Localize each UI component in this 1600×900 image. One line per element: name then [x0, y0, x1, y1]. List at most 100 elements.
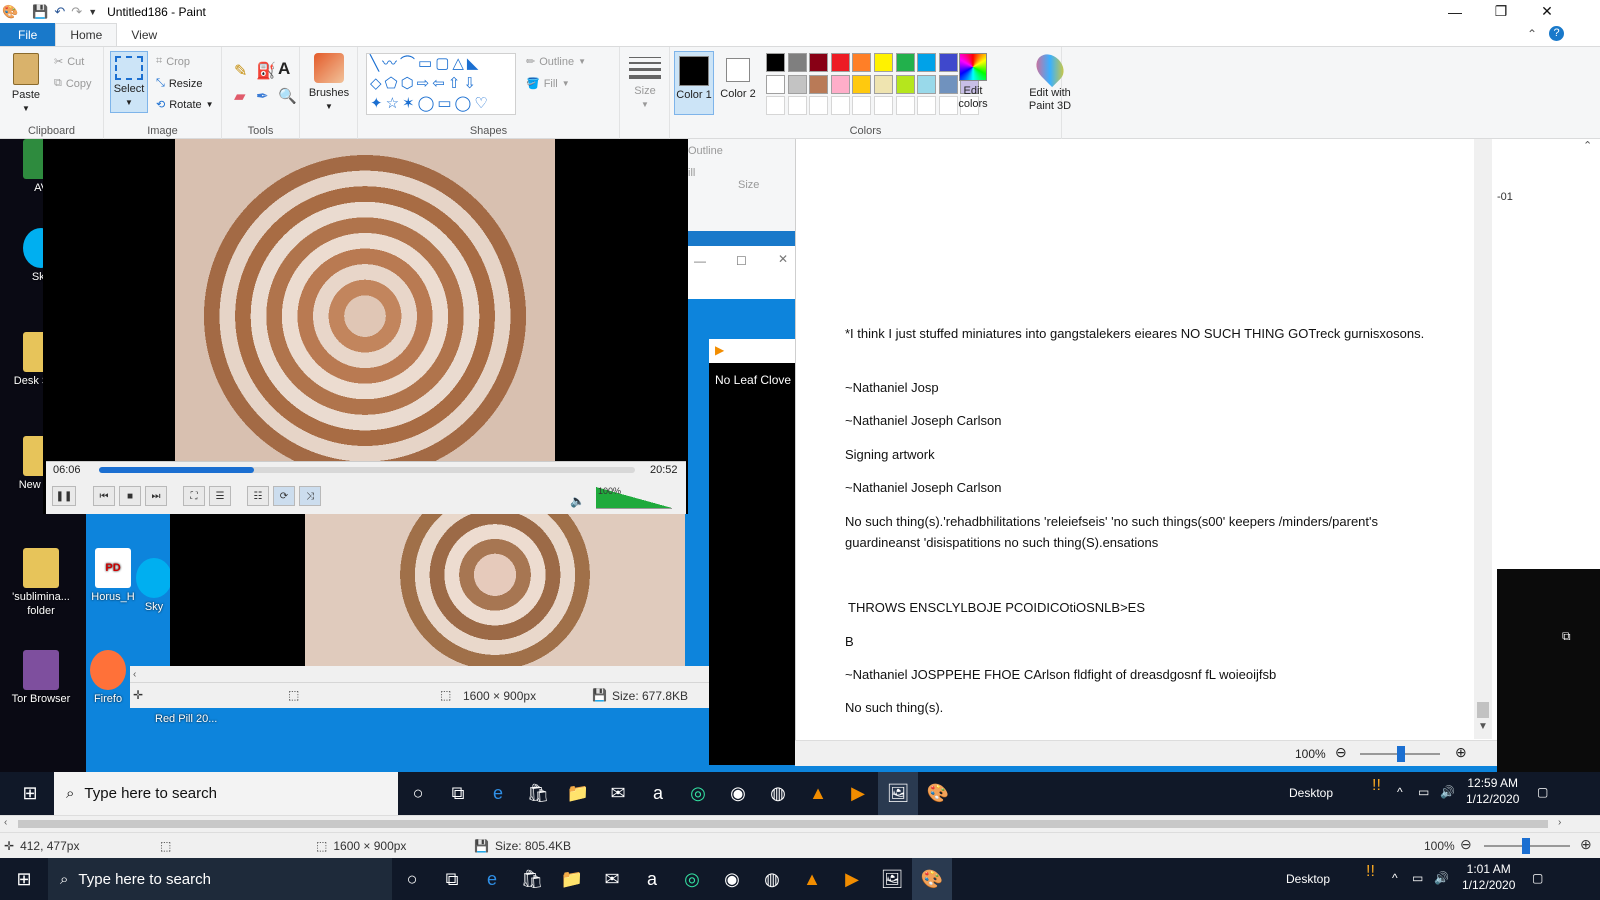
minimize-button[interactable]: —: [1432, 0, 1478, 23]
select-button[interactable]: Select ▼: [110, 51, 148, 113]
paint3d-button[interactable]: Edit with Paint 3D: [1022, 48, 1078, 113]
palette-swatch[interactable]: [917, 53, 937, 72]
amazon-icon[interactable]: a: [638, 772, 678, 815]
stop-button[interactable]: ■: [119, 486, 141, 506]
vlc-taskbar-icon[interactable]: ▲: [792, 858, 832, 900]
palette-swatch[interactable]: [830, 53, 850, 72]
second-video-frame[interactable]: [305, 514, 685, 666]
palette-swatch[interactable]: [852, 53, 872, 72]
palette-swatch[interactable]: [917, 74, 937, 94]
close-button[interactable]: ✕: [1524, 0, 1570, 23]
size-button[interactable]: Size ▼: [626, 53, 664, 111]
cut-button[interactable]: ✂ Cut: [54, 55, 84, 69]
restore-button[interactable]: ❐: [1478, 0, 1524, 23]
paint-taskbar-icon[interactable]: 🖼: [878, 772, 918, 815]
pencil-icon[interactable]: ✎: [234, 61, 247, 81]
camera-app-icon[interactable]: ◉: [718, 772, 758, 815]
background-close-icon[interactable]: ✕: [778, 252, 788, 266]
action-center-icon[interactable]: ▢: [1532, 870, 1543, 886]
mail-icon[interactable]: ✉: [592, 858, 632, 900]
store-icon[interactable]: 🛍: [512, 858, 552, 900]
windows-start-icon[interactable]: ⊞: [6, 772, 54, 815]
shapes-gallery[interactable]: ╲〰⌒▭▢△◣ ◇⬠⬡⇨⇦⇧⇩ ✦☆✶◯▭◯♡: [366, 53, 516, 115]
color-app-icon[interactable]: ◍: [752, 858, 792, 900]
pause-button[interactable]: ❚❚: [52, 486, 76, 506]
shuffle-button[interactable]: ⤨: [299, 486, 321, 506]
file-explorer-icon[interactable]: 📁: [558, 772, 598, 815]
desktop-icon[interactable]: Tor Browser: [6, 650, 76, 706]
taskbar-search[interactable]: ⌕ Type here to search: [48, 858, 392, 900]
file-explorer-icon[interactable]: 📁: [552, 858, 592, 900]
task-view-icon[interactable]: ⧉: [432, 858, 472, 900]
palette-swatch[interactable]: [874, 74, 893, 94]
custom-color-slot[interactable]: [830, 96, 850, 115]
zoom-in-icon[interactable]: ⊕: [1455, 744, 1467, 761]
color2-button[interactable]: Color 2: [718, 51, 758, 101]
scroll-right-icon[interactable]: ›: [1558, 817, 1561, 828]
resize-button[interactable]: ⤡ Resize: [156, 77, 202, 90]
zoom-out-icon[interactable]: ⊖: [1335, 744, 1347, 761]
color-picker-icon[interactable]: ✒: [256, 87, 269, 105]
palette-swatch[interactable]: [830, 74, 850, 94]
paint3d-taskbar-icon[interactable]: 🎨: [918, 772, 958, 815]
zoom-slider-thumb[interactable]: [1397, 746, 1405, 762]
expand-icon[interactable]: ⧉: [1562, 629, 1571, 644]
custom-color-slot[interactable]: [917, 96, 937, 115]
previous-button[interactable]: ⏮: [93, 486, 115, 506]
desktop-icon[interactable]: Red Pill 20...: [155, 712, 235, 726]
palette-swatch[interactable]: [766, 53, 785, 72]
palette-swatch[interactable]: [895, 53, 915, 72]
background-minimize-icon[interactable]: —: [694, 254, 706, 268]
zoom-slider-thumb[interactable]: [1522, 838, 1530, 854]
custom-color-slot[interactable]: [874, 96, 893, 115]
vlc-taskbar-icon[interactable]: ▲: [798, 772, 838, 815]
battery-icon[interactable]: ▭: [1418, 784, 1429, 800]
speaker-icon[interactable]: 🔈: [570, 494, 585, 508]
tab-file[interactable]: File: [0, 23, 56, 46]
quick-access-dropdown-icon[interactable]: ▼: [88, 7, 97, 17]
windows-start-icon[interactable]: ⊞: [0, 858, 48, 900]
brushes-button[interactable]: Brushes ▼: [306, 53, 352, 113]
scroll-left-icon[interactable]: ‹: [133, 669, 136, 680]
undo-icon[interactable]: ↶: [54, 4, 65, 20]
palette-swatch[interactable]: [895, 74, 915, 94]
camera-app-icon[interactable]: ◉: [712, 858, 752, 900]
tripadvisor-icon[interactable]: ◎: [672, 858, 712, 900]
desktop-toolbar-label[interactable]: Desktop: [1289, 785, 1333, 801]
color1-button[interactable]: Color 1: [674, 51, 714, 115]
redo-icon[interactable]: ↷: [71, 4, 82, 20]
paint3d-taskbar-icon[interactable]: 🎨: [912, 857, 952, 900]
amazon-icon[interactable]: a: [632, 858, 672, 900]
scroll-thumb[interactable]: [1477, 702, 1489, 718]
action-center-icon[interactable]: ▢: [1537, 784, 1548, 800]
inner-horizontal-scrollbar[interactable]: ‹: [130, 666, 795, 682]
magnifier-icon[interactable]: 🔍: [278, 87, 297, 105]
tripadvisor-icon[interactable]: ◎: [678, 772, 718, 815]
palette-swatch[interactable]: [787, 53, 807, 72]
zoom-out-icon[interactable]: ⊖: [1460, 836, 1472, 853]
custom-color-slot[interactable]: [895, 96, 915, 115]
desktop-toolbar-label[interactable]: Desktop: [1286, 871, 1330, 887]
battery-icon[interactable]: ▭: [1412, 870, 1423, 886]
cortana-icon[interactable]: ○: [392, 858, 432, 900]
outer-scroll-up-icon[interactable]: ⌃: [1583, 139, 1592, 152]
volume-icon[interactable]: 🔊: [1440, 784, 1455, 800]
playlist-button[interactable]: ☷: [247, 486, 269, 506]
video-frame[interactable]: [175, 139, 555, 461]
paint-taskbar-icon[interactable]: 🖼: [872, 858, 912, 900]
tray-overflow-icon[interactable]: ^: [1397, 784, 1403, 800]
store-icon[interactable]: 🛍: [518, 772, 558, 815]
fill-button[interactable]: 🪣 Fill ▼: [526, 77, 570, 91]
custom-color-slot[interactable]: [787, 96, 807, 115]
edit-colors-button[interactable]: Edit colors: [953, 53, 993, 111]
outer-scroll-thumb[interactable]: [18, 820, 1548, 828]
palette-swatch[interactable]: [809, 53, 829, 72]
media-player-icon[interactable]: ▶: [832, 858, 872, 900]
fullscreen-button[interactable]: ⛶: [183, 486, 205, 506]
tab-view[interactable]: View: [117, 23, 171, 46]
palette-swatch[interactable]: [809, 74, 829, 94]
custom-color-slot[interactable]: [809, 96, 829, 115]
zoom-in-icon[interactable]: ⊕: [1580, 836, 1592, 853]
palette-swatch[interactable]: [766, 74, 785, 94]
outline-button[interactable]: ✏ Outline ▼: [526, 55, 586, 69]
